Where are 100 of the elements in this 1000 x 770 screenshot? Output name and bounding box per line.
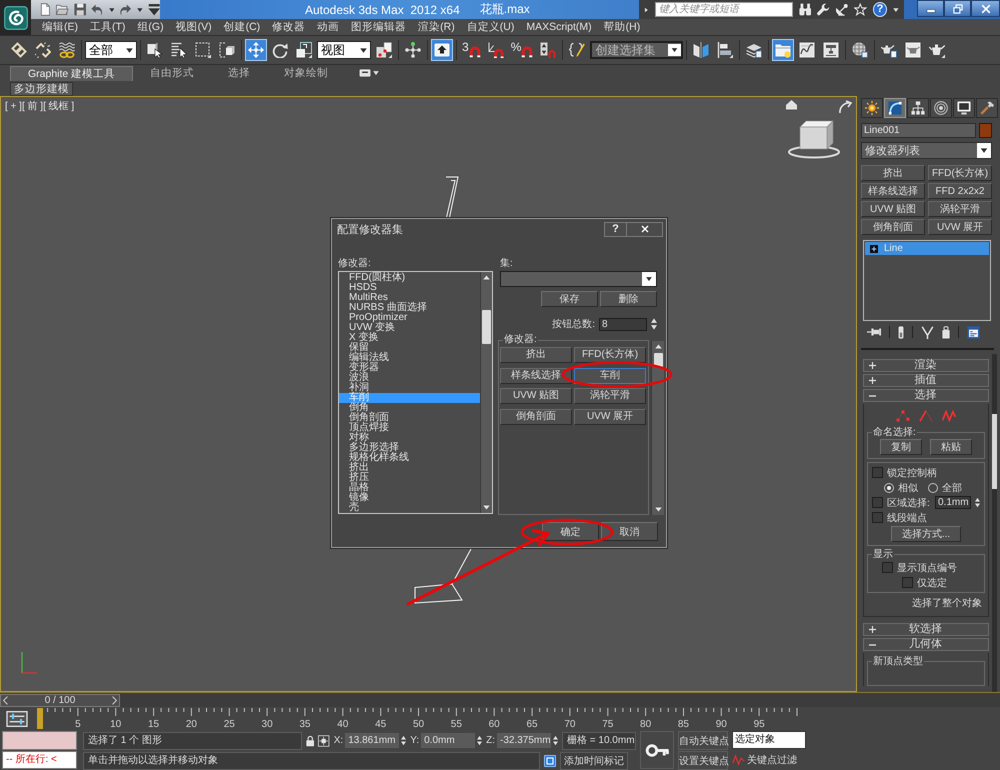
radio-button[interactable] bbox=[928, 482, 938, 492]
menu-item[interactable]: 视图(V) bbox=[176, 20, 212, 34]
paste-button[interactable]: 粘贴 bbox=[930, 439, 972, 455]
list-item[interactable]: 挤压 bbox=[339, 473, 480, 483]
add-time-tag-button[interactable]: 添加时间标记 bbox=[560, 752, 628, 770]
list-item[interactable]: FFD(圆柱体) bbox=[339, 273, 480, 283]
list-item[interactable]: 变形器 bbox=[339, 363, 480, 373]
crosshair-square-icon[interactable] bbox=[318, 734, 330, 746]
list-item[interactable]: 编辑法线 bbox=[339, 353, 480, 363]
menu-item[interactable]: 渲染(R) bbox=[418, 20, 455, 34]
scrollbar[interactable] bbox=[480, 272, 492, 513]
undo-icon[interactable] bbox=[91, 3, 104, 16]
minimize-button[interactable] bbox=[917, 0, 944, 17]
next-frame-icon[interactable] bbox=[112, 696, 117, 704]
monitor-icon[interactable] bbox=[953, 98, 975, 118]
arc-curve-icon[interactable] bbox=[884, 98, 906, 118]
scroll-thumb[interactable] bbox=[992, 414, 997, 489]
menu-item[interactable]: 自定义(U) bbox=[466, 20, 514, 34]
checkbox[interactable] bbox=[872, 467, 883, 478]
caret-icon[interactable] bbox=[893, 6, 899, 12]
minus-icon[interactable] bbox=[869, 394, 876, 396]
key-filters-button[interactable]: 关键点过滤 bbox=[747, 752, 797, 766]
list-item[interactable]: UVW 变换 bbox=[339, 323, 480, 333]
coordinate-field[interactable]: 0.0mm bbox=[421, 733, 476, 748]
viewport-label[interactable]: [ + ][ 前 ][ 线框 ] bbox=[5, 99, 74, 113]
list-item[interactable]: 倒角 bbox=[339, 403, 480, 413]
auto-key-button[interactable]: 自动关键点 bbox=[678, 731, 728, 750]
sun-icon[interactable] bbox=[861, 98, 883, 118]
scroll-down-icon[interactable] bbox=[654, 507, 662, 512]
set-key-button[interactable]: 设置关键点 bbox=[678, 751, 728, 770]
modifier-button[interactable]: UVW 贴图 bbox=[500, 388, 572, 404]
wrench-icon[interactable] bbox=[817, 3, 830, 16]
home-icon[interactable] bbox=[786, 100, 797, 110]
checkbox[interactable] bbox=[902, 577, 913, 588]
menu-item[interactable]: 编辑(E) bbox=[42, 20, 78, 34]
test-tube-icon[interactable] bbox=[898, 326, 904, 338]
list-item[interactable]: 壳 bbox=[339, 503, 480, 513]
scrollbar[interactable] bbox=[651, 341, 664, 515]
close-button[interactable] bbox=[627, 222, 663, 236]
ribbon-tab[interactable]: 自由形式 bbox=[133, 66, 212, 81]
rollout-header[interactable]: 渲染 bbox=[863, 359, 989, 372]
snap-toggle-button[interactable]: 3 bbox=[460, 39, 483, 61]
scroll-up-icon[interactable] bbox=[483, 275, 490, 280]
key-mode-dropdown[interactable]: 选定对象 bbox=[732, 731, 806, 749]
list-item[interactable]: 顶点焊接 bbox=[339, 423, 480, 433]
rollout-header[interactable]: 软选择 bbox=[863, 623, 989, 636]
list-item[interactable]: 多边形选择 bbox=[339, 443, 480, 453]
spinner-arrows-icon[interactable] bbox=[401, 735, 406, 746]
coordinate-field[interactable]: 13.861mm bbox=[345, 733, 400, 748]
menu-item[interactable]: 图形编辑器 bbox=[351, 20, 406, 34]
checkbox[interactable] bbox=[882, 562, 893, 573]
spinner-arrows-icon[interactable] bbox=[553, 735, 558, 746]
modifier-button[interactable]: 涡轮平滑 bbox=[928, 201, 992, 217]
ok-button[interactable]: 确定 bbox=[542, 522, 599, 541]
application-button[interactable] bbox=[0, 0, 31, 35]
modifier-button[interactable]: UVW 贴图 bbox=[861, 201, 925, 217]
modifier-button[interactable]: 样条线选择 bbox=[500, 368, 572, 384]
bar-caret-icon[interactable] bbox=[148, 3, 160, 16]
plus-icon[interactable] bbox=[869, 377, 876, 384]
checkbox[interactable] bbox=[872, 497, 883, 508]
menu-item[interactable]: 组(G) bbox=[137, 20, 164, 34]
coordinate-field[interactable]: -32.375mm bbox=[497, 733, 551, 748]
list-item[interactable]: 镜像 bbox=[339, 493, 480, 503]
list-item[interactable]: NURBS 曲面选择 bbox=[339, 303, 480, 313]
rounded-bar-icon[interactable] bbox=[359, 69, 372, 77]
triangle-icon[interactable] bbox=[644, 6, 649, 14]
fork-icon[interactable] bbox=[921, 326, 934, 338]
arrow-key-icon[interactable] bbox=[431, 39, 453, 61]
list-item[interactable]: 规格化样条线 bbox=[339, 453, 480, 463]
object-name-field[interactable]: Line001 bbox=[861, 123, 976, 138]
timeline-ruler[interactable] bbox=[47, 708, 798, 716]
modifier-button[interactable]: UVW 展开 bbox=[574, 408, 646, 424]
menu-item[interactable]: MAXScript(M) bbox=[526, 21, 592, 33]
list-item[interactable]: HSDS bbox=[339, 283, 480, 293]
menu-item[interactable]: 修改器 bbox=[272, 20, 306, 34]
modifier-button[interactable]: FFD 2x2x2 bbox=[928, 183, 992, 199]
list-item[interactable]: 挤出 bbox=[339, 463, 480, 473]
padlock-icon[interactable] bbox=[306, 734, 314, 746]
radio-button[interactable] bbox=[884, 482, 894, 492]
binoculars-icon[interactable] bbox=[798, 3, 812, 16]
help-button[interactable]: ? bbox=[872, 2, 888, 17]
count-field[interactable]: 8 bbox=[599, 318, 647, 330]
spinner-arrows-icon[interactable] bbox=[975, 497, 980, 508]
close-button[interactable] bbox=[971, 0, 1000, 17]
copy-button[interactable]: 复制 bbox=[880, 439, 922, 455]
list-item[interactable]: 倒角剖面 bbox=[339, 413, 480, 423]
new-file-icon[interactable] bbox=[39, 3, 52, 16]
menu-item[interactable]: 工具(T) bbox=[90, 20, 126, 34]
menu-item[interactable]: 帮助(H) bbox=[604, 20, 640, 34]
list-item[interactable]: 对称 bbox=[339, 433, 480, 443]
hierarchy-icon[interactable] bbox=[907, 98, 929, 118]
cross-nodes-icon[interactable] bbox=[402, 39, 424, 61]
list-item[interactable]: X 变换 bbox=[339, 333, 480, 343]
list-item[interactable]: 晶格 bbox=[339, 483, 480, 493]
folder-bulb-icon[interactable] bbox=[772, 39, 794, 61]
select-by-button[interactable]: 选择方式... bbox=[890, 526, 962, 542]
modifier-list[interactable]: FFD(圆柱体) HSDS MultiRes NURBS 曲面选择 ProOptimizer UVW 变换 X 变换 保留 编辑法线 变形器 波浪 补洞 车削 倒角 倒角剖面 顶点焊接 对称 多边形选择 规格化样条线 挤出 挤压 晶格 镜像 壳 bbox=[338, 271, 493, 514]
modifier-button[interactable]: UVW 展开 bbox=[928, 219, 992, 235]
spinner-arrows-icon[interactable] bbox=[651, 318, 657, 330]
scroll-thumb[interactable] bbox=[482, 310, 491, 344]
